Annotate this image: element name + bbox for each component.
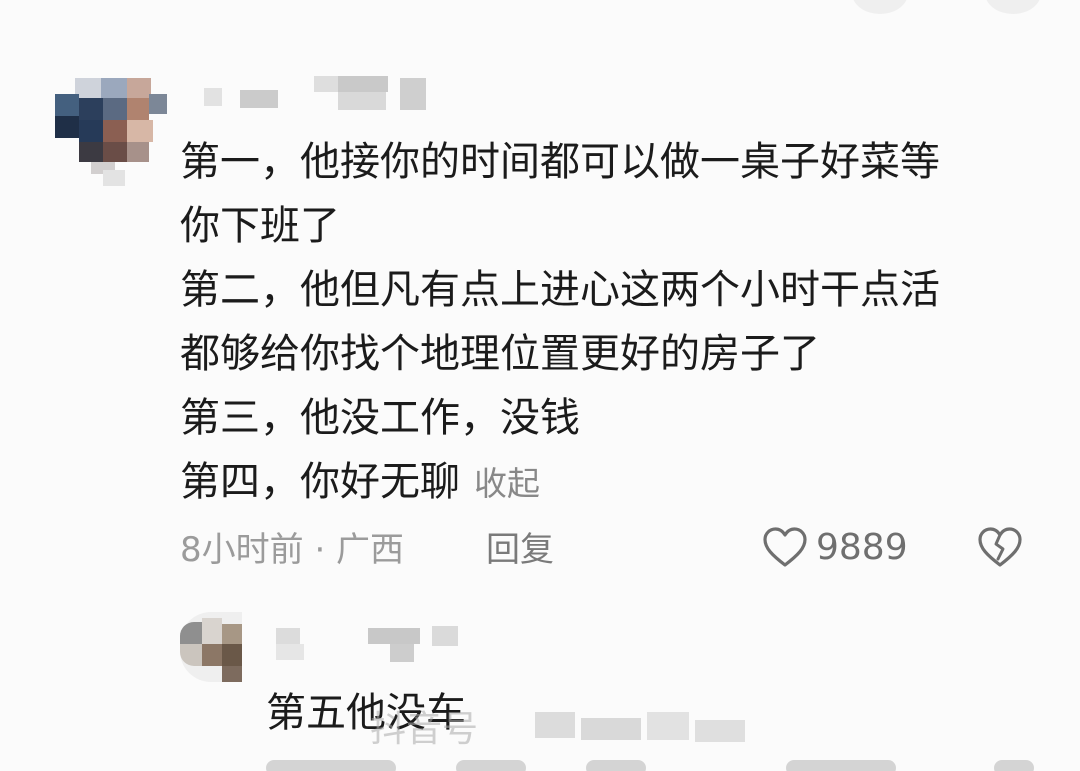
comment-line-last: 第四，你好无聊 收起	[180, 450, 1060, 516]
reply-username-mosaic[interactable]	[272, 624, 472, 664]
avatar-pixel	[79, 120, 103, 142]
reply-meta-placeholder	[786, 760, 896, 771]
dislike-button[interactable]	[974, 522, 1026, 572]
username-pixel	[400, 78, 426, 110]
avatar-pixel	[202, 644, 222, 666]
comment-line-text: 第四，你好无聊	[180, 459, 460, 505]
username-mosaic[interactable]	[200, 74, 430, 114]
reply-avatar[interactable]	[180, 612, 242, 682]
avatar-pixel	[127, 142, 149, 162]
reply-button[interactable]: 回复	[486, 522, 554, 571]
top-action-button-right[interactable]	[985, 0, 1041, 14]
watermark-pixel	[647, 712, 689, 740]
avatar-pixel	[202, 618, 222, 644]
like-button[interactable]: 9889	[762, 522, 908, 572]
avatar-pixel	[127, 98, 149, 120]
username-pixel	[204, 88, 222, 106]
top-action-button-left[interactable]	[852, 0, 908, 14]
comment-meta-row: 8小时前 · 广西 回复 9889	[180, 522, 1040, 572]
watermark-pixel	[581, 718, 641, 740]
avatar-pixel	[149, 94, 167, 114]
avatar-pixel	[55, 116, 79, 138]
username-pixel	[432, 626, 458, 646]
avatar-pixel	[180, 622, 202, 644]
username-pixel	[368, 628, 420, 644]
avatar-pixel	[103, 142, 127, 162]
heart-outline-icon	[762, 526, 808, 568]
avatar-pixel	[222, 644, 242, 666]
username-pixel	[276, 644, 304, 660]
avatar-pixel	[103, 98, 127, 120]
watermark-text: 抖音号	[370, 709, 479, 750]
avatar-pixel	[101, 78, 127, 98]
comment-body: 第一，他接你的时间都可以做一桌子好菜等 你下班了 第二，他但凡有点上进心这两个小…	[180, 130, 1060, 516]
broken-heart-icon	[977, 526, 1023, 568]
avatar-pixel	[103, 120, 127, 142]
username-pixel	[338, 76, 388, 92]
comment-line: 第一，他接你的时间都可以做一桌子好菜等	[180, 139, 940, 185]
username-pixel	[276, 628, 300, 644]
avatar-pixel	[222, 666, 242, 682]
reply-meta-placeholder	[586, 760, 646, 771]
reply-meta-placeholder	[994, 760, 1034, 771]
avatar[interactable]	[55, 78, 167, 186]
avatar-pixel	[55, 94, 79, 116]
username-pixel	[314, 76, 338, 92]
reply-meta-placeholder	[266, 760, 396, 771]
comment-line: 你下班了	[180, 203, 340, 249]
reply-meta-row	[266, 758, 1046, 771]
avatar-pixel	[127, 78, 151, 98]
comment-line: 都够给你找个地理位置更好的房子了	[180, 331, 820, 377]
comment-thread: 第一，他接你的时间都可以做一桌子好菜等 你下班了 第二，他但凡有点上进心这两个小…	[0, 0, 1080, 771]
username-pixel	[338, 92, 386, 110]
avatar-pixel	[79, 142, 103, 162]
avatar-pixel	[103, 170, 125, 186]
like-count: 9889	[816, 526, 908, 568]
username-pixel	[240, 90, 278, 108]
reply-meta-placeholder	[456, 760, 526, 771]
collapse-link[interactable]: 收起	[474, 464, 540, 503]
avatar-pixel	[79, 98, 103, 120]
watermark-pixel	[535, 712, 575, 738]
avatar-pixel	[127, 120, 153, 142]
watermark-pixel	[695, 720, 745, 742]
comment-line: 第三，他没工作，没钱	[180, 395, 580, 441]
time-location: 8小时前 · 广西	[180, 530, 405, 570]
avatar-pixel	[222, 624, 242, 644]
comment-line: 第二，他但凡有点上进心这两个小时干点活	[180, 267, 940, 313]
username-pixel	[390, 644, 414, 662]
